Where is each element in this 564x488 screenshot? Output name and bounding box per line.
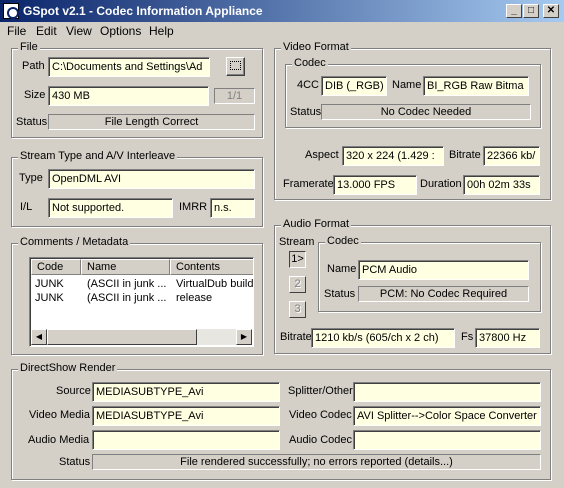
- minimize-button[interactable]: _: [506, 4, 522, 18]
- video-media-field[interactable]: MEDIASUBTYPE_Avi: [92, 406, 280, 426]
- row-contents: VirtualDub build: [176, 278, 254, 290]
- row-contents: release: [176, 292, 213, 304]
- il-field[interactable]: Not supported.: [48, 198, 173, 218]
- audio-stream-2-button[interactable]: 2: [289, 276, 306, 293]
- fourcc-field[interactable]: DIB (_RGB): [321, 76, 387, 96]
- row-name: (ASCII in junk ...: [87, 278, 167, 290]
- path-field[interactable]: C:\Documents and Settings\Ad: [48, 57, 210, 77]
- window-title: GSpot v2.1 - Codec Information Appliance: [23, 4, 263, 18]
- video-codec-label: Video Codec: [289, 409, 352, 421]
- arrow-right-icon: ▶: [240, 332, 248, 341]
- audio-bitrate-label: Bitrate: [280, 331, 312, 343]
- menu-file[interactable]: File: [7, 24, 26, 38]
- audio-status-field: PCM: No Codec Required: [358, 286, 529, 302]
- duration-field[interactable]: 00h 02m 33s: [463, 175, 540, 195]
- audio-codec-label: Audio Codec: [289, 434, 352, 446]
- video-codec-field[interactable]: AVI Splitter-->Color Space Converter: [353, 406, 541, 426]
- close-button[interactable]: ✕: [543, 4, 559, 18]
- audio-stream-1-button[interactable]: 1>: [289, 251, 306, 268]
- file-status-label: Status: [16, 116, 48, 128]
- duration-label: Duration: [420, 178, 462, 190]
- column-header-contents[interactable]: Contents: [170, 259, 253, 275]
- row-name: (ASCII in junk ...: [87, 292, 167, 304]
- column-header-name[interactable]: Name: [81, 259, 170, 275]
- scroll-left-button[interactable]: ◀: [31, 329, 47, 345]
- page-indicator: 1/1: [214, 88, 255, 104]
- audio-media-label: Audio Media: [28, 434, 90, 446]
- app-icon[interactable]: [3, 3, 19, 19]
- maximize-button[interactable]: □: [523, 4, 539, 18]
- menu-edit[interactable]: Edit: [36, 24, 57, 38]
- folder-icon: [230, 61, 241, 70]
- aspect-field[interactable]: 320 x 224 (1.429 :: [342, 146, 444, 166]
- path-label: Path: [22, 60, 45, 72]
- directshow-legend: DirectShow Render: [18, 362, 118, 374]
- horizontal-scrollbar[interactable]: ◀ ▶: [31, 329, 252, 345]
- video-status-field: No Codec Needed: [321, 104, 531, 120]
- title-bar[interactable]: GSpot v2.1 - Codec Information Appliance…: [0, 0, 564, 22]
- fourcc-label: 4CC: [297, 79, 320, 91]
- render-status-field[interactable]: File rendered successfully; no errors re…: [92, 454, 541, 470]
- row-code: JUNK: [35, 292, 64, 304]
- metadata-list[interactable]: Code Name Contents JUNK (ASCII in junk .…: [29, 257, 254, 347]
- fs-field[interactable]: 37800 Hz: [475, 328, 540, 348]
- aspect-label: Aspect: [305, 149, 339, 161]
- scroll-right-button[interactable]: ▶: [236, 329, 252, 345]
- audio-name-label: Name: [327, 263, 357, 275]
- audio-status-label: Status: [324, 288, 356, 300]
- audio-media-field[interactable]: [92, 430, 280, 450]
- file-group-legend: File: [18, 41, 40, 53]
- column-header-code[interactable]: Code: [31, 259, 81, 275]
- type-label: Type: [19, 172, 43, 184]
- splitter-label: Splitter/Other: [288, 385, 353, 397]
- imrr-field[interactable]: n.s.: [210, 198, 255, 218]
- audio-stream-3-button[interactable]: 3: [289, 301, 306, 318]
- menu-view[interactable]: View: [66, 24, 92, 38]
- stream-type-legend: Stream Type and A/V Interleave: [18, 150, 178, 162]
- menu-bar: File Edit View Options Help: [0, 22, 564, 40]
- il-label: I/L: [20, 201, 33, 213]
- stream-label: Stream: [279, 236, 315, 248]
- audio-codec-field[interactable]: [353, 430, 541, 450]
- video-status-label: Status: [290, 106, 322, 118]
- type-field[interactable]: OpenDML AVI: [48, 169, 255, 189]
- size-label: Size: [24, 89, 46, 101]
- video-bitrate-label: Bitrate: [449, 149, 481, 161]
- audio-bitrate-field[interactable]: 1210 kb/s (605/ch x 2 ch): [311, 328, 455, 348]
- render-status-label: Status: [59, 456, 91, 468]
- framerate-field[interactable]: 13.000 FPS: [333, 175, 417, 195]
- source-field[interactable]: MEDIASUBTYPE_Avi: [92, 382, 280, 402]
- browse-button[interactable]: [226, 57, 245, 76]
- arrow-left-icon: ◀: [35, 332, 43, 341]
- video-codec-legend: Codec: [292, 57, 328, 69]
- row-code: JUNK: [35, 278, 64, 290]
- splitter-field[interactable]: [353, 382, 541, 402]
- audio-name-field[interactable]: PCM Audio: [358, 260, 529, 280]
- video-media-label: Video Media: [29, 409, 90, 421]
- video-format-legend: Video Format: [281, 41, 351, 53]
- audio-format-legend: Audio Format: [281, 218, 352, 230]
- comments-legend: Comments / Metadata: [18, 236, 131, 248]
- size-field[interactable]: 430 MB: [48, 86, 209, 106]
- video-name-field[interactable]: BI_RGB Raw Bitma: [423, 76, 529, 96]
- file-status-field: File Length Correct: [48, 114, 255, 130]
- source-label: Source: [56, 385, 91, 397]
- video-bitrate-field[interactable]: 22366 kb/: [483, 146, 540, 166]
- imrr-label: IMRR: [179, 201, 208, 213]
- menu-options[interactable]: Options: [100, 24, 141, 38]
- scroll-thumb[interactable]: [47, 329, 197, 345]
- framerate-label: Framerate: [283, 178, 334, 190]
- fs-label: Fs: [461, 331, 474, 343]
- audio-codec-legend: Codec: [325, 235, 361, 247]
- menu-help[interactable]: Help: [149, 24, 174, 38]
- video-name-label: Name: [392, 79, 422, 91]
